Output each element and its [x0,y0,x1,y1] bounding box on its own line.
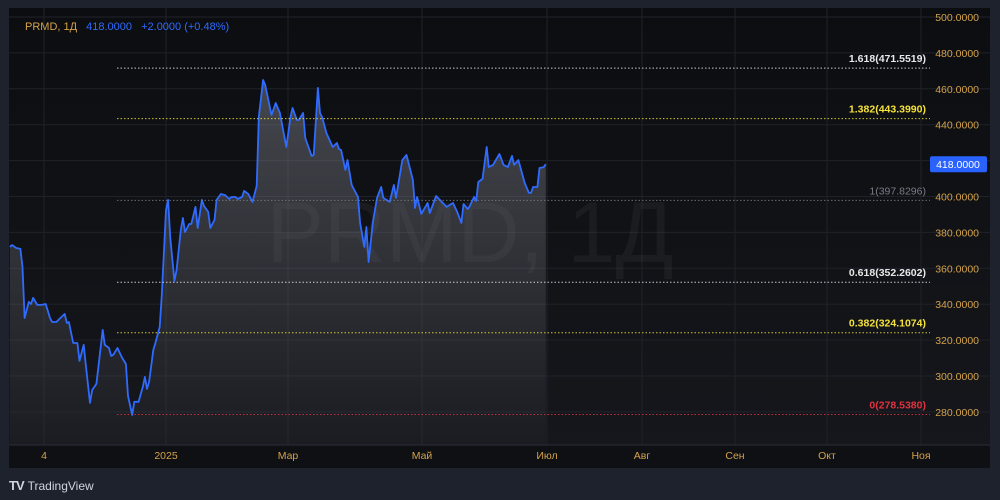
y-tick-label: 480.0000 [935,48,979,60]
y-tick-label: 500.0000 [935,12,979,24]
tradingview-logo-text: TradingView [27,478,94,493]
x-tick-label: 2025 [154,450,178,462]
legend-price: 418.0000 [86,21,133,33]
fib-level-label: 1.382(443.3990) [849,104,926,116]
y-tick-label: 360.0000 [935,263,979,275]
symbol-legend: PRMD, 1Д 418.0000 +2.0000 (+0.48%) [25,21,229,33]
tradingview-logo-icon: TV [9,478,25,493]
fib-level-label: 0.382(324.1074) [849,318,926,330]
legend-symbol: PRMD, 1Д [25,21,78,33]
x-tick-label: Июл [536,450,557,462]
last-price-label: 418.0000 [936,159,980,171]
y-tick-label: 300.0000 [935,371,979,383]
y-tick-label: 280.0000 [935,407,979,419]
x-tick-label: Мар [278,450,299,462]
x-tick-label: Ноя [911,450,930,462]
x-tick-label: Окт [818,450,836,462]
chart-panel[interactable]: PRMD, 1Д 1.618(471.5519) 1.382(443.3990) 1(… [9,8,990,468]
fib-level-label: 0(278.5380) [869,400,926,412]
x-tick-label: Сен [725,450,744,462]
x-tick-label: Май [412,450,433,462]
y-tick-label: 320.0000 [935,335,979,347]
fib-level-label: 0.618(352.2602) [849,267,926,279]
y-tick-label: 460.0000 [935,84,979,96]
y-tick-label: 340.0000 [935,299,979,311]
price-chart[interactable]: PRMD, 1Д 1.618(471.5519) 1.382(443.3990) 1(… [9,8,990,468]
legend-change: +2.0000 (+0.48%) [141,21,230,33]
y-tick-label: 400.0000 [935,192,979,204]
fib-level-label: 1(397.8296) [869,185,926,197]
x-tick-label: 4 [41,450,47,462]
y-tick-label: 380.0000 [935,227,979,239]
x-tick-label: Авг [634,450,651,462]
tradingview-logo[interactable]: TV TradingView [9,478,94,493]
fib-level-label: 1.618(471.5519) [849,53,926,65]
y-tick-label: 440.0000 [935,120,979,132]
